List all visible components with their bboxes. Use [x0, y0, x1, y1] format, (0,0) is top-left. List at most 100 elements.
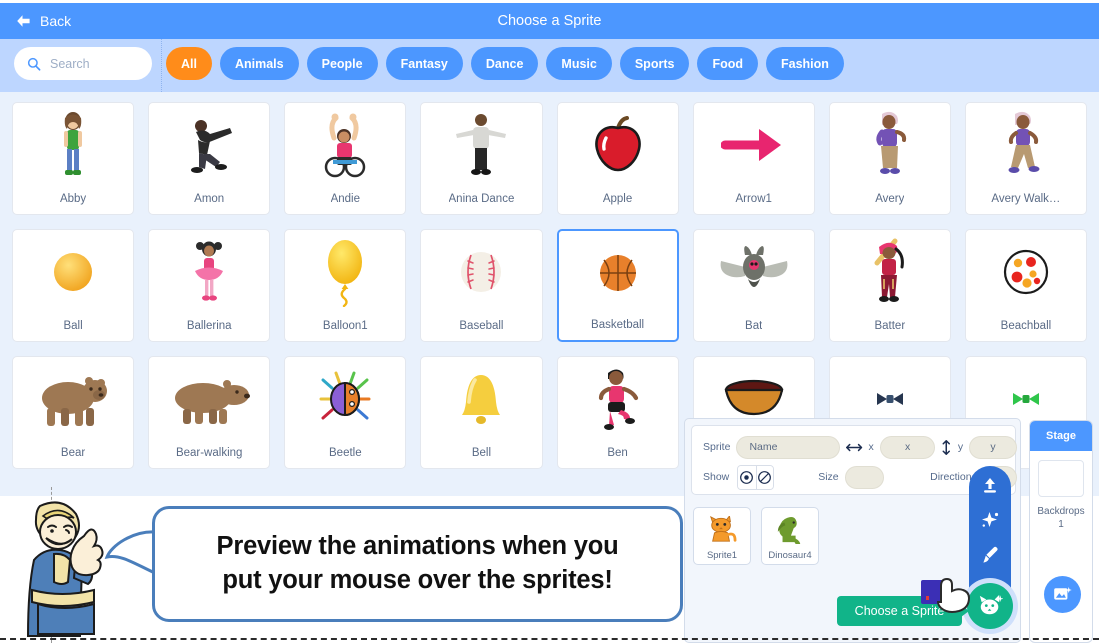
category-sports[interactable]: Sports [619, 47, 690, 80]
baseball-art [421, 230, 541, 314]
category-all[interactable]: All [166, 47, 212, 80]
choose-a-sprite-screen: Back Choose a Sprite All Animals People … [0, 0, 1099, 643]
amon-art [149, 103, 269, 187]
beetle-art [285, 357, 405, 441]
basketball-art [559, 231, 677, 315]
show-button[interactable] [738, 465, 756, 489]
sprite-tile-bear-walking[interactable]: Bear-walking [148, 356, 271, 469]
eye-slash-icon [758, 470, 772, 484]
eye-icon [740, 470, 754, 484]
search-box[interactable] [14, 47, 152, 80]
sprite-tile-basketball[interactable]: Basketball [556, 229, 679, 342]
callout-text: Preview the animations when you put your… [217, 530, 619, 597]
batter-art [830, 230, 950, 314]
sprite-tile-beachball[interactable]: Beachball [964, 229, 1087, 342]
category-fashion[interactable]: Fashion [765, 47, 844, 80]
bell-art [421, 357, 541, 441]
arrow-right-icon [694, 103, 814, 187]
sprite-tile-label: Beachball [1000, 320, 1052, 332]
bear-art [13, 357, 133, 441]
sprite-size-input[interactable] [844, 465, 885, 489]
size-label: Size [818, 471, 839, 483]
sprite-x-input[interactable]: x [879, 435, 936, 459]
sprite-tile-batter[interactable]: Batter [828, 229, 951, 342]
sprite-tile-label: Bear [60, 447, 86, 459]
category-fantasy[interactable]: Fantasy [385, 47, 463, 80]
sprite-tile-arrow1[interactable]: Arrow1 [692, 102, 815, 215]
direction-label: Direction [930, 471, 972, 483]
sprite-tile-label: Basketball [591, 319, 645, 331]
sprite-tile-label: Avery Walk… [991, 193, 1061, 205]
arrows-vertical-icon [942, 439, 951, 455]
sprite-tile-beetle[interactable]: Beetle [284, 356, 407, 469]
ben-art [558, 357, 678, 441]
category-animals[interactable]: Animals [219, 47, 299, 80]
category-food[interactable]: Food [697, 47, 758, 80]
callout-line-1: Preview the animations when you [216, 532, 619, 561]
backdrops-count: 1 [1058, 519, 1064, 530]
search-input[interactable] [50, 56, 145, 71]
callout-bubble: Preview the animations when you put your… [152, 506, 683, 622]
add-backdrop-icon [1054, 586, 1072, 600]
category-dance[interactable]: Dance [470, 47, 539, 80]
avery-art [830, 103, 950, 187]
sprite-tile-bell[interactable]: Bell [420, 356, 543, 469]
stage-panel: Stage Backdrops 1 [1029, 420, 1093, 643]
category-list: All Animals People Fantasy Dance Music S… [166, 47, 844, 80]
choose-backdrop-fab[interactable] [1044, 576, 1081, 613]
y-label: y [957, 441, 964, 453]
paint-sprite-icon[interactable] [980, 545, 1000, 565]
modal-header: Back Choose a Sprite [0, 3, 1099, 39]
sprite-name-input[interactable]: Name [736, 435, 841, 459]
stage-thumbnail[interactable] [1038, 460, 1084, 497]
filter-divider [161, 39, 162, 92]
sprite-tile-abby[interactable]: Abby [12, 102, 135, 215]
sprite-y-input[interactable]: y [969, 435, 1017, 459]
filter-bar: All Animals People Fantasy Dance Music S… [0, 39, 1099, 92]
sprite-list-item-label: Dinosaur4 [768, 550, 812, 561]
surprise-sprite-icon[interactable] [980, 510, 1000, 530]
sprite-tile-label: Andie [330, 193, 361, 205]
sprite-tile-avery[interactable]: Avery [828, 102, 951, 215]
sprite-info-row-1: Sprite Name x x y y [692, 434, 1017, 460]
sprite-tile-label: Bear-walking [175, 447, 243, 459]
sprite-tile-apple[interactable]: Apple [556, 102, 679, 215]
sprite-tile-label: Abby [59, 193, 87, 205]
sprite-name-label: Sprite [703, 441, 731, 453]
sprite-tile-ballerina[interactable]: Ballerina [148, 229, 271, 342]
sprite-list-item-dinosaur4[interactable]: Dinosaur4 [761, 507, 819, 565]
sprite-tile-avery-walking[interactable]: Avery Walk… [964, 102, 1087, 215]
sprite-tile-balloon1[interactable]: Balloon1 [284, 229, 407, 342]
x-label: x [868, 441, 874, 453]
mascot-illustration [26, 501, 104, 637]
show-label: Show [703, 471, 730, 483]
sprite-grid: Abby Amon Andie Anina Dance Apple Arrow1… [12, 102, 1087, 469]
sprite-tile-label: Ballerina [186, 320, 232, 332]
sprite-tile-ball[interactable]: Ball [12, 229, 135, 342]
callout-line-2: put your mouse over the sprites! [222, 566, 613, 594]
sprite-tile-amon[interactable]: Amon [148, 102, 271, 215]
category-people[interactable]: People [306, 47, 378, 80]
sprite-tile-baseball[interactable]: Baseball [420, 229, 543, 342]
sprite-tile-anina-dance[interactable]: Anina Dance [420, 102, 543, 215]
sprite-tile-label: Anina Dance [448, 193, 515, 205]
show-toggle-group [737, 464, 775, 490]
sprite-tile-label: Bat [745, 320, 763, 332]
sprite-tile-andie[interactable]: Andie [284, 102, 407, 215]
upload-sprite-icon[interactable] [980, 475, 1000, 495]
sprite-tile-label: Ball [63, 320, 83, 332]
choose-sprite-cat-icon [979, 594, 1003, 615]
sprite-tile-label: Amon [194, 193, 225, 205]
sprite-info-form: Sprite Name x x y y Show Size Direction [691, 425, 1017, 495]
sprite-tile-label: Avery [875, 193, 905, 205]
arrows-horizontal-icon [846, 443, 863, 451]
scratch-cat-icon [694, 512, 750, 548]
sprite-tile-label: Ben [607, 447, 628, 459]
sprite-tile-ben[interactable]: Ben [556, 356, 679, 469]
avery-walking-art [966, 103, 1086, 187]
sprite-list-item-sprite1[interactable]: Sprite1 [693, 507, 751, 565]
sprite-tile-bat[interactable]: Bat [692, 229, 815, 342]
hide-button[interactable] [755, 465, 774, 489]
sprite-tile-bear[interactable]: Bear [12, 356, 135, 469]
category-music[interactable]: Music [546, 47, 612, 80]
